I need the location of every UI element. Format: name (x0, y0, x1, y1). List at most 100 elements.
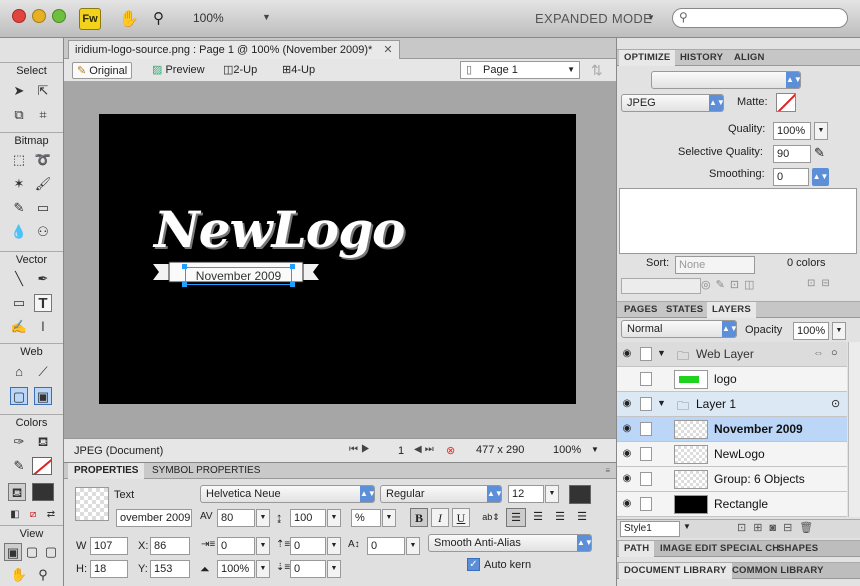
tab-common-library[interactable]: COMMON LIBRARY (727, 563, 829, 579)
layer-target-icon[interactable]: ○ (831, 347, 838, 359)
chevron-down-icon[interactable]: ▼ (327, 537, 341, 555)
chevron-down-icon[interactable]: ▼ (832, 322, 846, 340)
hotspot-tool-icon[interactable]: ⌂ (10, 363, 28, 381)
page-select[interactable]: ▯ Page 1 ▼ (460, 61, 580, 79)
stroke-color-icon[interactable]: ✎ (10, 457, 28, 475)
layer-row[interactable]: ◉ NewLogo (617, 442, 847, 467)
kerning-field[interactable]: 80 (217, 509, 255, 527)
text-transform-icon[interactable]: ab⇕ (480, 508, 502, 527)
chevron-down-icon[interactable]: ▼ (814, 122, 828, 140)
align-left-icon[interactable]: ☰ (506, 508, 526, 527)
tab-original[interactable]: ✎ Original (72, 62, 133, 79)
indent-field[interactable]: 0 (217, 537, 255, 555)
selection-handle[interactable] (182, 264, 187, 269)
opacity-field[interactable]: 100% (793, 322, 829, 340)
status-zoom-select[interactable]: 100% (553, 444, 581, 456)
selection-handle[interactable] (182, 282, 187, 287)
x-field[interactable]: 86 (150, 537, 190, 555)
lasso-tool-icon[interactable]: ➰ (34, 151, 52, 169)
layer-row[interactable]: ◉ Group: 6 Objects (617, 467, 847, 492)
layer-actions-icon[interactable]: ⊡⊞◙⊟🗑 (737, 521, 820, 534)
tab-optimize[interactable]: OPTIMIZE (619, 50, 676, 66)
full-screen-menus-icon[interactable]: ▢ (23, 543, 41, 561)
selected-text-object[interactable]: November 2009 (185, 267, 292, 285)
no-color-icon[interactable]: ⧄ (24, 506, 42, 524)
leading-field[interactable]: 100 (290, 509, 326, 527)
font-family-select[interactable]: Helvetica Neue ▲▼ (200, 485, 375, 503)
chevron-down-icon[interactable]: ▼ (256, 537, 270, 555)
italic-button[interactable]: I (431, 508, 449, 527)
hide-slices-icon[interactable]: ▢ (10, 387, 28, 405)
color-table-buttons-icon[interactable]: ⊡⊟ (807, 278, 836, 289)
paint-bucket-tool-icon[interactable]: ⛾ (34, 433, 52, 451)
color-table-tools-icon[interactable]: ◎✎⊡◫ (701, 278, 759, 291)
layer-target-icon[interactable]: ⊙ (831, 397, 840, 410)
stop-icon[interactable]: ⊗ (446, 444, 455, 457)
underline-button[interactable]: U (452, 508, 470, 527)
magic-wand-tool-icon[interactable]: ✶ (10, 175, 28, 193)
workspace-mode-select[interactable]: EXPANDED MODE (535, 11, 652, 26)
blur-tool-icon[interactable]: 💧 (10, 223, 28, 241)
tab-document-library[interactable]: DOCUMENT LIBRARY (619, 563, 732, 579)
tab-symbol-properties[interactable]: SYMBOL PROPERTIES (146, 463, 266, 479)
sort-select[interactable]: None (675, 256, 755, 274)
close-window-button[interactable] (12, 9, 26, 23)
default-colors-icon[interactable]: ◧ (6, 506, 24, 524)
marquee-tool-icon[interactable]: ⬚ (10, 151, 28, 169)
tab-properties[interactable]: PROPERTIES (68, 463, 145, 479)
font-style-select[interactable]: Regular ▲▼ (380, 485, 502, 503)
pointer-tool-icon[interactable]: ➤ (10, 82, 28, 100)
full-screen-mode-icon[interactable]: ▢ (42, 543, 60, 561)
smoothing-field[interactable]: 0 (773, 168, 809, 186)
rectangle-tool-icon[interactable]: ▭ (10, 294, 28, 312)
fill-color-icon[interactable]: ⛾ (8, 483, 26, 501)
pen-tool-icon[interactable]: ✒ (34, 270, 52, 288)
chevron-down-icon[interactable]: ▼ (262, 12, 271, 22)
document-canvas[interactable]: NewLogo November 2009 (99, 114, 576, 404)
style-select[interactable]: Style1 (620, 521, 680, 537)
zoom-level-select[interactable]: 100% (193, 11, 224, 25)
height-field[interactable]: 18 (90, 560, 128, 578)
baseline-shift-field[interactable]: 0 (367, 537, 405, 555)
rubber-stamp-tool-icon[interactable]: ⚇ (34, 223, 52, 241)
layer-row[interactable]: ◉ ▼ 🗀 Web Layer ⇔ ○ (617, 342, 847, 367)
frame-nav-icon[interactable]: ◀⏭ (414, 444, 437, 455)
tab-shapes[interactable]: SHAPES (773, 541, 823, 557)
crop-tool-icon[interactable]: ⌗ (34, 106, 52, 124)
fill-color-swatch[interactable] (32, 483, 54, 501)
bold-button[interactable]: B (410, 508, 428, 527)
layers-scrollbar[interactable] (848, 342, 860, 517)
lock-toggle[interactable] (640, 497, 652, 511)
tab-2-up[interactable]: ◫2-Up (219, 62, 261, 79)
chevron-down-icon[interactable]: ▼ (683, 522, 691, 531)
zoom-window-button[interactable] (52, 9, 66, 23)
lock-toggle[interactable] (640, 447, 652, 461)
width-field[interactable]: 107 (90, 537, 128, 555)
eye-icon[interactable]: ◉ (621, 498, 633, 510)
slice-tool-icon[interactable]: ⟋ (34, 363, 52, 381)
text-color-swatch[interactable] (569, 485, 591, 504)
anti-alias-select[interactable]: Smooth Anti-Alias ▲▼ (428, 534, 592, 552)
subselection-tool-icon[interactable]: ⇱ (34, 82, 52, 100)
chevron-down-icon[interactable]: ▼ (327, 509, 341, 527)
chevron-down-icon[interactable]: ▼ (406, 537, 420, 555)
swap-colors-icon[interactable]: ⇄ (42, 506, 60, 524)
document-tab[interactable]: iridium-logo-source.png : Page 1 @ 100% … (68, 40, 400, 59)
layer-row[interactable]: ◉ Rectangle (617, 492, 847, 517)
chevron-down-icon[interactable]: ▼ (545, 485, 559, 503)
pencil-tool-icon[interactable]: ✎ (10, 199, 28, 217)
layer-row[interactable]: logo (617, 367, 847, 392)
space-after-field[interactable]: 0 (290, 560, 326, 578)
justify-icon[interactable]: ☰ (572, 508, 592, 527)
selection-handle[interactable] (290, 264, 295, 269)
lock-toggle[interactable] (640, 472, 652, 486)
zoom-tool-icon[interactable]: ⚲ (34, 566, 52, 584)
font-size-field[interactable]: 12 (508, 485, 544, 503)
selective-quality-field[interactable]: 90 (773, 145, 811, 163)
panel-menu-icon[interactable]: ≡ (605, 466, 610, 475)
lock-toggle[interactable] (640, 397, 652, 411)
tab-pages[interactable]: PAGES (619, 302, 663, 318)
tab-preview[interactable]: ▨ Preview (148, 62, 209, 79)
chevron-down-icon[interactable]: ▼ (657, 348, 666, 358)
align-right-icon[interactable]: ☰ (550, 508, 570, 527)
